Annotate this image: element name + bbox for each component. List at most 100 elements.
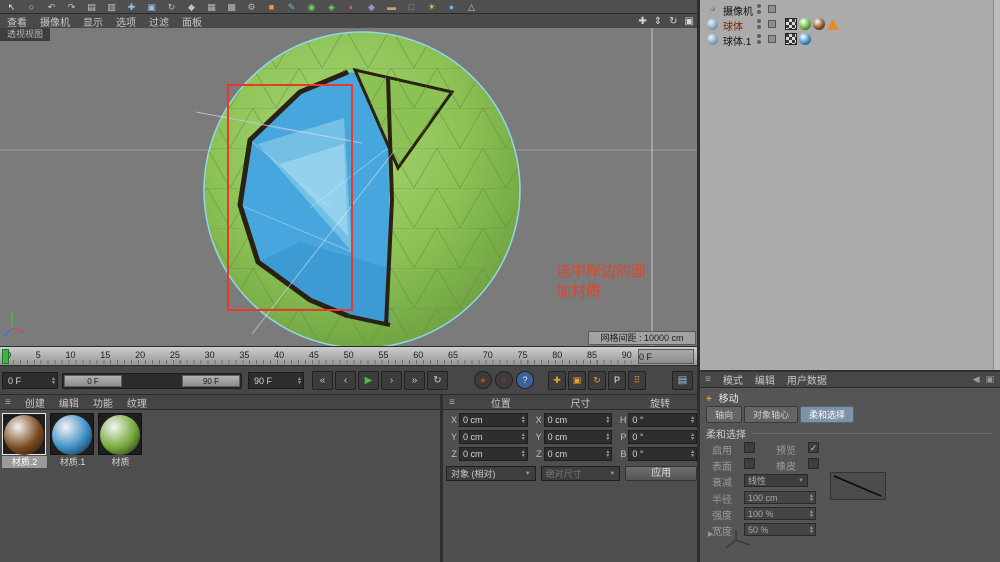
tag-chip[interactable] bbox=[813, 18, 825, 30]
paste-icon[interactable]: ▥ bbox=[102, 1, 121, 13]
frame-start-spinner[interactable]: 0 F ▲ ▼ bbox=[2, 372, 58, 389]
size-mode-dropdown[interactable]: 绝对尺寸 ▼ bbox=[540, 466, 621, 481]
rotate-view-icon[interactable]: ↻ bbox=[669, 16, 677, 27]
position-spinner[interactable]: 0 cm ▲ ▼ bbox=[459, 430, 528, 444]
attr-spinner[interactable]: 100 % ▲ ▼ bbox=[744, 507, 816, 520]
material-menu-edit[interactable]: 编辑 bbox=[59, 395, 79, 410]
rotation-spinner[interactable]: 0 ° ▲ ▼ bbox=[628, 413, 698, 427]
position-spinner[interactable]: 0 cm ▲ ▼ bbox=[459, 413, 528, 427]
spline-pen-icon[interactable]: ✎ bbox=[282, 1, 301, 13]
preview-range-slider[interactable]: 0 F 90 F bbox=[62, 373, 242, 389]
material-item[interactable]: 材质.1 bbox=[50, 413, 95, 468]
viewport-menu-item[interactable]: 显示 bbox=[83, 14, 103, 29]
light-icon[interactable]: ☀ bbox=[422, 1, 441, 13]
next-key-button[interactable]: › bbox=[381, 371, 402, 390]
record-keyframe-button[interactable]: ● bbox=[474, 371, 492, 389]
panel-options-icon[interactable]: ▣ bbox=[985, 374, 994, 385]
coordinate-mode-dropdown[interactable]: 对象 (相对) ▼ bbox=[446, 466, 536, 481]
size-spinner[interactable]: 0 cm ▲ ▼ bbox=[543, 413, 613, 427]
visibility-dots[interactable] bbox=[757, 19, 761, 29]
loop-button[interactable]: ↻ bbox=[427, 371, 448, 390]
primitive-cube-icon[interactable]: ■ bbox=[262, 1, 281, 13]
sphere-object[interactable] bbox=[203, 31, 521, 346]
material-thumbnail[interactable] bbox=[50, 413, 94, 455]
maximize-view-icon[interactable]: ▣ bbox=[685, 16, 694, 27]
tag-chip[interactable] bbox=[785, 18, 797, 30]
material-name[interactable]: 材质.1 bbox=[50, 456, 95, 468]
panel-menu-icon[interactable]: ≡ bbox=[443, 397, 461, 408]
current-frame-field[interactable]: 0 F ▲ ▼ bbox=[638, 349, 694, 364]
redo-icon[interactable]: ↷ bbox=[62, 1, 81, 13]
key-position-button[interactable]: ✚ bbox=[548, 371, 566, 390]
visibility-dots[interactable] bbox=[757, 4, 761, 14]
array-icon[interactable]: ◈ bbox=[322, 1, 341, 13]
attr-menu-edit[interactable]: 编辑 bbox=[755, 372, 775, 387]
frame-end-spinner[interactable]: 90 F ▲ ▼ bbox=[248, 372, 304, 389]
attr-menu-userdata[interactable]: 用户数据 bbox=[787, 372, 827, 387]
position-spinner[interactable]: 0 cm ▲ ▼ bbox=[459, 447, 528, 461]
preview-checkbox[interactable]: ✓ bbox=[808, 442, 819, 453]
expand-arrow-icon[interactable]: ▶ bbox=[708, 530, 713, 538]
prev-key-button[interactable]: ‹ bbox=[335, 371, 356, 390]
viewport-menu-item[interactable]: 摄像机 bbox=[40, 14, 70, 29]
coordinate-system-icon[interactable]: ◆ bbox=[182, 1, 201, 13]
select-arrow-icon[interactable]: ↖ bbox=[2, 1, 21, 13]
material-name[interactable]: 材质.2 bbox=[2, 456, 47, 468]
object-row-sphere-1[interactable]: 球体.1 bbox=[700, 32, 1000, 48]
tag-chip[interactable] bbox=[785, 33, 797, 45]
layer-chip[interactable] bbox=[768, 5, 776, 13]
goto-start-button[interactable]: « bbox=[312, 371, 333, 390]
size-spinner[interactable]: 0 cm ▲ ▼ bbox=[543, 430, 613, 444]
render-picture-icon[interactable]: ▩ bbox=[222, 1, 241, 13]
scrollbar[interactable] bbox=[993, 0, 1000, 370]
rotation-spinner[interactable]: 0 ° ▲ ▼ bbox=[628, 430, 698, 444]
camera-tool-icon[interactable]: □ bbox=[402, 1, 421, 13]
rotate-tool-icon[interactable]: ↻ bbox=[162, 1, 181, 13]
tab-object-axis[interactable]: 对象轴心 bbox=[744, 406, 799, 423]
deformer-icon[interactable]: ◆ bbox=[362, 1, 381, 13]
key-rotation-button[interactable]: ↻ bbox=[588, 371, 606, 390]
viewport-menu-item[interactable]: 选项 bbox=[116, 14, 136, 29]
view-label[interactable]: 透视视图 bbox=[0, 28, 51, 41]
timeline-playhead[interactable] bbox=[2, 349, 9, 364]
material-item[interactable]: 材质 bbox=[98, 413, 143, 468]
apply-button[interactable]: 应用 bbox=[625, 466, 698, 481]
visibility-dots[interactable] bbox=[757, 34, 761, 44]
autokey-button[interactable]: ○ bbox=[495, 371, 513, 389]
size-spinner[interactable]: 0 cm ▲ ▼ bbox=[543, 447, 613, 461]
falloff-dropdown[interactable]: 线性 ▼ bbox=[744, 474, 808, 487]
object-row-camera[interactable]: 摄像机 bbox=[700, 2, 1000, 18]
enable-checkbox[interactable] bbox=[744, 442, 755, 453]
tag-chip[interactable] bbox=[799, 18, 811, 30]
attr-menu-mode[interactable]: 模式 bbox=[723, 372, 743, 387]
stepper-arrows[interactable]: ▲ ▼ bbox=[686, 352, 693, 361]
material-name[interactable]: 材质 bbox=[98, 456, 143, 468]
history-back-icon[interactable]: ◀ bbox=[973, 374, 980, 385]
tab-soft-selection[interactable]: 柔和选择 bbox=[800, 406, 855, 423]
play-button[interactable]: ▶ bbox=[358, 371, 379, 390]
boole-icon[interactable]: ◐ bbox=[342, 1, 361, 13]
render-settings-icon[interactable]: ⚙ bbox=[242, 1, 261, 13]
viewport-menu-item[interactable]: 面板 bbox=[182, 14, 202, 29]
layer-chip[interactable] bbox=[768, 20, 776, 28]
material-menu-function[interactable]: 功能 bbox=[93, 395, 113, 410]
undo-icon[interactable]: ↶ bbox=[42, 1, 61, 13]
surface-checkbox[interactable] bbox=[744, 458, 755, 469]
key-pla-button[interactable]: ⠿ bbox=[628, 371, 646, 390]
goto-end-button[interactable]: » bbox=[404, 371, 425, 390]
tag-chip[interactable] bbox=[799, 33, 811, 45]
panel-menu-icon[interactable]: ≡ bbox=[5, 397, 11, 408]
object-row-sphere[interactable]: 球体 bbox=[700, 17, 1000, 33]
help-button[interactable]: ? bbox=[516, 371, 534, 389]
stage-icon[interactable]: △ bbox=[462, 1, 481, 13]
range-start-handle[interactable]: 0 F bbox=[64, 375, 122, 387]
eraser-checkbox[interactable] bbox=[808, 458, 819, 469]
viewport[interactable]: 查看 摄像机 显示 选项 过滤 面板 ✚ ⇕ ↻ ▣ 透视视图 选中岸边的面 加… bbox=[0, 14, 697, 346]
subdivision-surface-icon[interactable]: ◉ bbox=[302, 1, 321, 13]
range-end-handle[interactable]: 90 F bbox=[182, 375, 240, 387]
stepper-arrows[interactable]: ▲ ▼ bbox=[296, 376, 303, 385]
object-name[interactable]: 摄像机 bbox=[723, 3, 753, 18]
object-name[interactable]: 球体.1 bbox=[723, 33, 751, 48]
object-name[interactable]: 球体 bbox=[723, 18, 743, 33]
render-view-icon[interactable]: ▦ bbox=[202, 1, 221, 13]
